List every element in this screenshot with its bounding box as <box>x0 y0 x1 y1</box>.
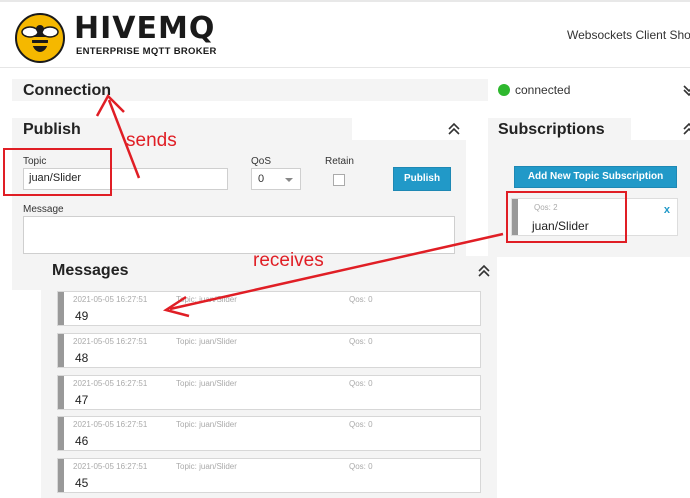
message-item[interactable]: 2021-05-05 16:27:51 Topic: juan/Slider Q… <box>57 458 481 493</box>
message-timestamp: 2021-05-05 16:27:51 <box>73 337 148 346</box>
retain-label: Retain <box>325 156 354 167</box>
receives-annotation: receives <box>253 250 324 271</box>
add-subscription-button[interactable]: Add New Topic Subscription <box>514 166 677 188</box>
message-color-bar <box>58 417 64 450</box>
message-qos: Qos: 0 <box>349 379 373 388</box>
retain-checkbox[interactable] <box>333 174 345 186</box>
message-topic: Topic: juan/Slider <box>176 295 237 304</box>
message-color-bar <box>58 376 64 409</box>
message-qos: Qos: 0 <box>349 337 373 346</box>
message-timestamp: 2021-05-05 16:27:51 <box>73 379 148 388</box>
message-topic: Topic: juan/Slider <box>176 462 237 471</box>
chevron-up-double-icon[interactable] <box>447 122 461 136</box>
message-item[interactable]: 2021-05-05 16:27:51 Topic: juan/Slider Q… <box>57 291 481 326</box>
message-timestamp: 2021-05-05 16:27:51 <box>73 462 148 471</box>
page-title: Websockets Client Show <box>567 28 690 42</box>
message-qos: Qos: 0 <box>349 420 373 429</box>
sends-annotation: sends <box>126 130 177 151</box>
topic-highlight-box <box>3 148 112 196</box>
brand-tagline: ENTERPRISE MQTT BROKER <box>76 46 217 57</box>
message-timestamp: 2021-05-05 16:27:51 <box>73 420 148 429</box>
unsubscribe-button[interactable]: x <box>664 204 670 216</box>
message-item[interactable]: 2021-05-05 16:27:51 Topic: juan/Slider Q… <box>57 333 481 368</box>
message-qos: Qos: 0 <box>349 295 373 304</box>
message-timestamp: 2021-05-05 16:27:51 <box>73 295 148 304</box>
status-indicator-icon <box>498 84 510 96</box>
brand-wordmark: HIVEMQ <box>74 11 216 46</box>
message-item[interactable]: 2021-05-05 16:27:51 Topic: juan/Slider Q… <box>57 416 481 451</box>
connection-title[interactable]: Connection <box>23 82 111 100</box>
message-qos: Qos: 0 <box>349 462 373 471</box>
messages-title[interactable]: Messages <box>52 262 129 280</box>
caret-down-icon <box>285 178 293 182</box>
message-payload: 46 <box>75 434 89 448</box>
message-color-bar <box>58 459 64 492</box>
message-item[interactable]: 2021-05-05 16:27:51 Topic: juan/Slider Q… <box>57 375 481 410</box>
message-label: Message <box>23 204 64 215</box>
chevron-down-icon[interactable] <box>682 83 690 97</box>
publish-title[interactable]: Publish <box>23 121 81 139</box>
subscription-highlight-box <box>506 191 627 243</box>
qos-select[interactable]: 0 <box>251 168 301 190</box>
message-color-bar <box>58 334 64 367</box>
message-topic: Topic: juan/Slider <box>176 379 237 388</box>
message-textarea[interactable] <box>23 216 455 254</box>
app-header: HIVEMQ ENTERPRISE MQTT BROKER Websockets… <box>0 0 690 68</box>
messages-panel-edge <box>12 256 42 290</box>
message-color-bar <box>58 292 64 325</box>
subscriptions-title[interactable]: Subscriptions <box>498 121 605 139</box>
message-topic: Topic: juan/Slider <box>176 420 237 429</box>
message-payload: 47 <box>75 393 89 407</box>
message-payload: 48 <box>75 351 89 365</box>
chevron-up-double-icon[interactable] <box>682 122 690 136</box>
chevron-up-double-icon[interactable] <box>477 264 491 278</box>
publish-button[interactable]: Publish <box>393 167 451 191</box>
message-payload: 49 <box>75 309 89 323</box>
message-topic: Topic: juan/Slider <box>176 337 237 346</box>
qos-label: QoS <box>251 156 272 167</box>
message-payload: 45 <box>75 476 89 490</box>
bee-logo-icon <box>15 13 65 63</box>
connection-status: connected <box>515 83 571 97</box>
qos-value: 0 <box>258 173 265 185</box>
